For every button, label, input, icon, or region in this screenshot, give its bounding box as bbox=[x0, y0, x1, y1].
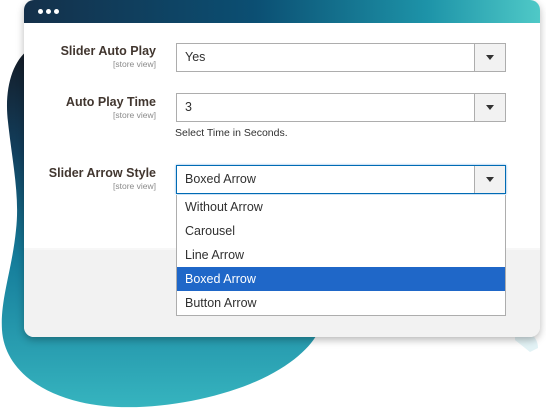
autoplay-time-select[interactable]: 3 bbox=[176, 93, 506, 122]
arrow-style-dropdown: Without Arrow Carousel Line Arrow Boxed … bbox=[176, 195, 506, 316]
autoplay-time-value: 3 bbox=[185, 100, 192, 114]
dropdown-option[interactable]: Button Arrow bbox=[177, 291, 505, 315]
dropdown-option-selected[interactable]: Boxed Arrow bbox=[177, 267, 505, 291]
autoplay-time-hint: Select Time in Seconds. bbox=[175, 127, 288, 139]
autoplay-time-label-group: Auto Play Time [store view] bbox=[24, 95, 156, 120]
autoplay-scope: [store view] bbox=[113, 59, 156, 69]
settings-window: Slider Auto Play [store view] Yes Auto P… bbox=[24, 0, 540, 337]
dropdown-option[interactable]: Without Arrow bbox=[177, 195, 505, 219]
window-controls bbox=[38, 9, 62, 14]
chevron-down-icon bbox=[486, 177, 494, 182]
autoplay-label-group: Slider Auto Play [store view] bbox=[24, 44, 156, 69]
arrow-style-label-group: Slider Arrow Style [store view] bbox=[24, 166, 156, 191]
chevron-down-icon bbox=[486, 105, 494, 110]
arrow-style-select-button[interactable] bbox=[474, 166, 505, 193]
window-dot-icon[interactable] bbox=[38, 9, 43, 14]
autoplay-time-select-button[interactable] bbox=[474, 94, 505, 121]
arrow-style-scope: [store view] bbox=[113, 181, 156, 191]
window-dot-icon[interactable] bbox=[46, 9, 51, 14]
dropdown-option[interactable]: Line Arrow bbox=[177, 243, 505, 267]
autoplay-label: Slider Auto Play bbox=[60, 44, 156, 58]
arrow-style-label: Slider Arrow Style bbox=[48, 166, 156, 180]
window-dot-icon[interactable] bbox=[54, 9, 59, 14]
autoplay-time-label: Auto Play Time bbox=[65, 95, 156, 109]
autoplay-value: Yes bbox=[185, 50, 206, 64]
stage: Slider Auto Play [store view] Yes Auto P… bbox=[0, 0, 546, 418]
chevron-down-icon bbox=[486, 55, 494, 60]
dropdown-option[interactable]: Carousel bbox=[177, 219, 505, 243]
autoplay-time-scope: [store view] bbox=[113, 110, 156, 120]
arrow-style-select[interactable]: Boxed Arrow bbox=[176, 165, 506, 194]
arrow-style-value: Boxed Arrow bbox=[185, 172, 256, 186]
autoplay-select-button[interactable] bbox=[474, 44, 505, 71]
window-titlebar bbox=[24, 0, 540, 23]
autoplay-select[interactable]: Yes bbox=[176, 43, 506, 72]
